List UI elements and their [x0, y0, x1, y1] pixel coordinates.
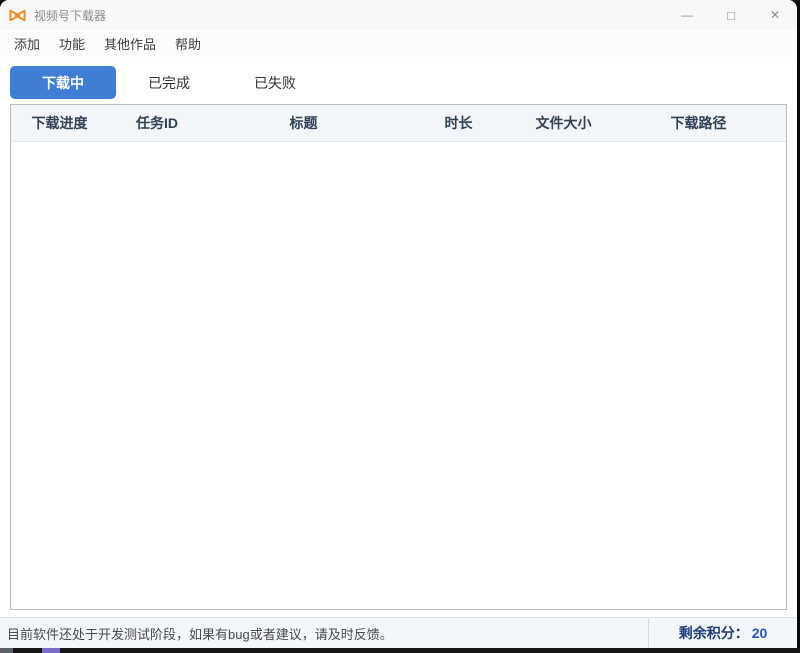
tab-bar: 下载中 已完成 已失败	[0, 66, 797, 99]
maximize-icon: □	[727, 8, 735, 23]
table-body-empty	[11, 142, 786, 609]
menu-item-other-works[interactable]: 其他作品	[98, 31, 162, 56]
credits-label: 剩余积分：	[679, 623, 749, 643]
column-header-file-size[interactable]: 文件大小	[516, 113, 611, 133]
column-header-title[interactable]: 标题	[206, 113, 401, 133]
column-header-task-id[interactable]: 任务ID	[108, 113, 206, 133]
taskbar-fragment	[0, 648, 13, 653]
taskbar-strip	[0, 648, 800, 653]
window-title: 视频号下载器	[34, 7, 106, 24]
minimize-button[interactable]: —	[665, 0, 709, 30]
window-controls: — □ ✕	[665, 0, 797, 30]
close-icon: ✕	[770, 8, 780, 22]
column-header-progress[interactable]: 下载进度	[11, 113, 108, 133]
menu-item-add[interactable]: 添加	[8, 31, 46, 56]
download-table: 下载进度 任务ID 标题 时长 文件大小 下载路径	[10, 104, 787, 610]
close-button[interactable]: ✕	[753, 0, 797, 30]
credits-value: 20	[752, 625, 768, 641]
minimize-icon: —	[681, 8, 693, 22]
tab-downloading[interactable]: 下载中	[10, 66, 116, 99]
tab-completed[interactable]: 已完成	[116, 66, 222, 99]
menu-item-help[interactable]: 帮助	[169, 31, 207, 56]
taskbar-fragment	[42, 648, 60, 653]
column-header-duration[interactable]: 时长	[401, 113, 516, 133]
menu-bar: 添加 功能 其他作品 帮助	[0, 30, 797, 57]
wechat-channels-logo-icon	[8, 8, 27, 23]
app-window: 视频号下载器 — □ ✕ 添加 功能 其他作品 帮助 下载中 已完成 已失败 下…	[0, 0, 797, 648]
title-bar: 视频号下载器 — □ ✕	[0, 0, 797, 30]
column-header-download-path[interactable]: 下载路径	[611, 113, 786, 133]
maximize-button[interactable]: □	[709, 0, 753, 30]
credits-panel: 剩余积分： 20	[648, 618, 797, 648]
status-message: 目前软件还处于开发测试阶段，如果有bug或者建议，请及时反馈。	[0, 624, 648, 643]
tab-failed[interactable]: 已失败	[222, 66, 328, 99]
status-bar: 目前软件还处于开发测试阶段，如果有bug或者建议，请及时反馈。 剩余积分： 20	[0, 617, 797, 648]
table-header-row: 下载进度 任务ID 标题 时长 文件大小 下载路径	[11, 105, 786, 142]
menu-item-functions[interactable]: 功能	[53, 31, 91, 56]
